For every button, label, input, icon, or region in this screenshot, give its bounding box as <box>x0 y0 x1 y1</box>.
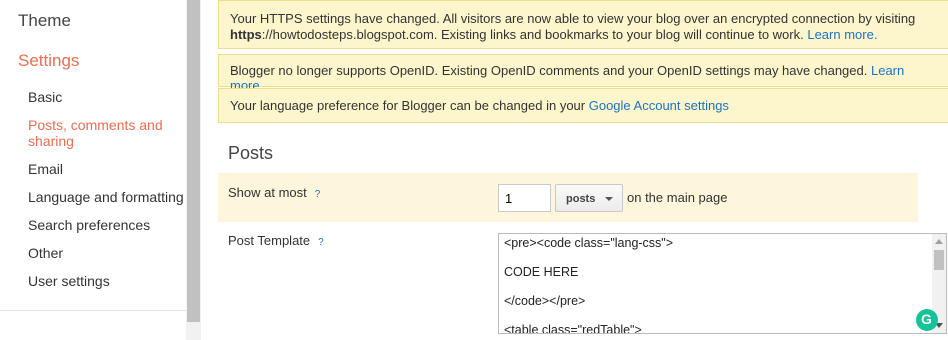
show-at-most-row: Show at most? posts on the main page <box>218 173 918 222</box>
https-learn-more-link[interactable]: Learn more. <box>807 27 877 42</box>
nav-settings[interactable]: Settings <box>18 51 79 71</box>
sidebar-item-other[interactable]: Other <box>28 245 188 261</box>
caret-down-icon <box>605 197 613 201</box>
show-at-most-input[interactable] <box>498 184 551 212</box>
template-line: </code></pre> <box>504 294 586 308</box>
google-account-settings-link[interactable]: Google Account settings <box>589 98 729 113</box>
language-notice: Your language preference for Blogger can… <box>218 88 948 123</box>
nav-theme[interactable]: Theme <box>18 11 71 31</box>
openid-notice: Blogger no longer supports OpenID. Exist… <box>218 54 948 93</box>
sidebar-item-posts-comments-sharing[interactable]: Posts, comments and sharing <box>28 117 188 149</box>
https-notice: Your HTTPS settings have changed. All vi… <box>218 0 948 49</box>
template-line: <pre><code class="lang-css"> <box>504 236 674 250</box>
grammarly-icon[interactable]: G <box>916 309 938 331</box>
https-notice-text: Your HTTPS settings have changed. All vi… <box>230 11 916 26</box>
post-template-label: Post Template? <box>228 233 324 248</box>
sidebar-divider <box>0 310 186 311</box>
help-icon[interactable]: ? <box>315 189 321 200</box>
post-template-textarea[interactable]: <pre><code class="lang-css"> CODE HERE <… <box>498 233 947 334</box>
sidebar-item-search-preferences[interactable]: Search preferences <box>28 217 188 233</box>
show-at-most-label-text: Show at most <box>228 185 307 200</box>
openid-notice-text: Blogger no longer supports OpenID. Exist… <box>230 63 868 78</box>
help-icon[interactable]: ? <box>318 237 324 248</box>
scroll-up-arrow-icon[interactable] <box>935 239 943 244</box>
section-title-posts: Posts <box>228 143 274 163</box>
sidebar-item-email[interactable]: Email <box>28 161 188 177</box>
sidebar-scrollbar-thumb[interactable] <box>187 0 200 322</box>
posts-unit-label: posts <box>566 193 596 205</box>
textarea-scrollbar-thumb[interactable] <box>934 250 944 270</box>
sidebar-item-user-settings[interactable]: User settings <box>28 273 188 289</box>
post-template-row: Post Template? <pre><code class="lang-cs… <box>218 222 948 340</box>
sidebar: Theme Settings Basic Posts, comments and… <box>0 0 186 340</box>
https-notice-url-text: ://howtodosteps.blogspot.com. Existing l… <box>261 27 804 42</box>
language-notice-text: Your language preference for Blogger can… <box>230 98 586 113</box>
template-line: CODE HERE <box>504 265 579 279</box>
posts-unit-select[interactable]: posts <box>555 184 623 212</box>
sidebar-item-language-formatting[interactable]: Language and formatting <box>28 189 188 205</box>
post-template-label-text: Post Template <box>228 233 311 248</box>
sidebar-item-basic[interactable]: Basic <box>28 89 188 105</box>
https-notice-bold: https <box>230 27 262 42</box>
show-at-most-label: Show at most? <box>228 185 320 200</box>
show-at-most-suffix: on the main page <box>627 190 728 205</box>
template-line: <table class="redTable"> <box>504 323 642 334</box>
